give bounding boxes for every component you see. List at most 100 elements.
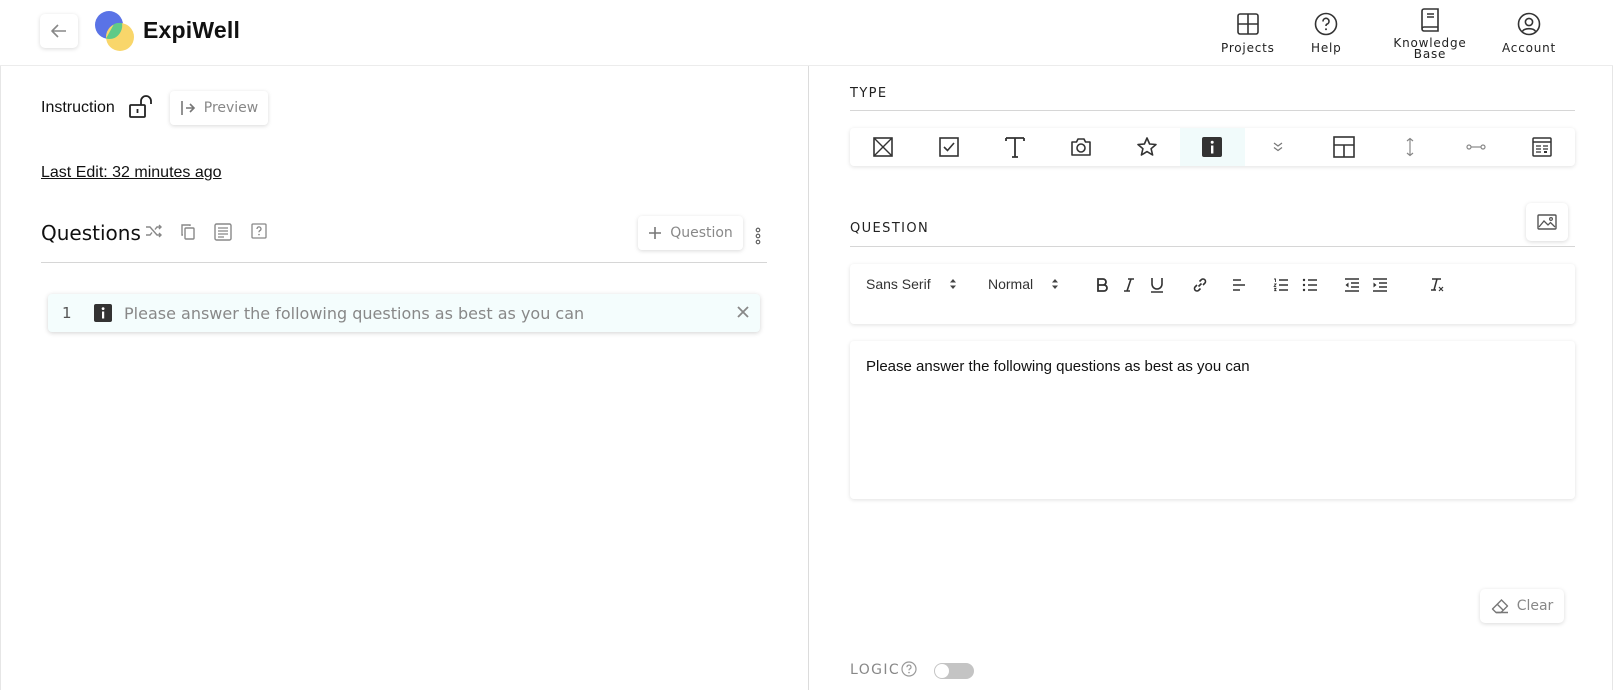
nav-help[interactable]: Help <box>1311 12 1342 54</box>
type-grid[interactable] <box>1311 128 1377 166</box>
top-header: ExpiWell Projects Help Knowledge Base Acc… <box>0 0 1613 66</box>
close-icon[interactable] <box>736 305 750 319</box>
add-question-label: Question <box>670 225 733 241</box>
grid-layout-icon <box>1333 136 1356 158</box>
type-dropdown[interactable] <box>1245 128 1311 166</box>
info-icon <box>94 304 112 322</box>
dropdown-icon <box>1274 142 1283 152</box>
nav-label: Account <box>1502 41 1557 55</box>
unlock-icon[interactable] <box>128 95 154 119</box>
star-icon <box>1136 137 1157 156</box>
bullet-list-button[interactable] <box>1302 276 1318 294</box>
font-size-select[interactable]: Normal <box>988 276 1059 292</box>
clear-label: Clear <box>1516 598 1554 614</box>
shuffle-icon[interactable] <box>145 223 163 239</box>
type-matrix[interactable] <box>1509 128 1575 166</box>
nav-account[interactable]: Account <box>1502 12 1556 54</box>
copy-icon[interactable] <box>180 223 196 241</box>
multiple-choice-icon <box>873 137 893 157</box>
type-section-label: TYPE <box>850 86 888 101</box>
vertical-slider-icon <box>1406 137 1414 157</box>
nav-label: Knowledge Base <box>1393 36 1467 61</box>
outdent-button[interactable] <box>1344 276 1360 294</box>
brand-name: ExpiWell <box>143 17 241 43</box>
question-editor[interactable]: Please answer the following questions as… <box>850 341 1575 499</box>
help-box-icon[interactable] <box>251 223 267 239</box>
type-divider <box>850 110 1575 111</box>
question-list-item[interactable]: 1 Please answer the following questions … <box>48 294 760 332</box>
bold-button[interactable] <box>1096 276 1108 294</box>
sort-arrows-icon <box>949 279 956 289</box>
italic-button[interactable] <box>1123 276 1135 294</box>
book-icon <box>1421 8 1439 32</box>
user-circle-icon <box>1517 12 1541 36</box>
type-checkbox[interactable] <box>916 128 982 166</box>
font-family-value: Sans Serif <box>866 276 931 292</box>
underline-button[interactable] <box>1150 276 1164 294</box>
horizontal-slider-icon <box>1466 144 1486 150</box>
font-family-select[interactable]: Sans Serif <box>866 276 957 292</box>
type-photo[interactable] <box>1048 128 1114 166</box>
last-edit-link[interactable]: Last Edit: 32 minutes ago <box>41 164 222 182</box>
help-circle-icon <box>1314 12 1338 36</box>
type-information[interactable] <box>1179 128 1246 166</box>
logic-label: LOGIC <box>850 662 901 678</box>
image-icon <box>1537 214 1557 230</box>
clear-button[interactable]: Clear <box>1480 589 1564 623</box>
back-arrow-icon <box>51 24 66 38</box>
question-type-bar <box>850 128 1575 166</box>
type-text[interactable] <box>982 128 1048 166</box>
preview-label: Preview <box>203 100 259 116</box>
align-button[interactable] <box>1232 276 1246 294</box>
font-size-value: Normal <box>988 276 1034 292</box>
panel-divider[interactable] <box>808 66 809 690</box>
add-question-button[interactable]: Question <box>638 216 743 250</box>
indent-button[interactable] <box>1372 276 1388 294</box>
type-horizontal-slider[interactable] <box>1443 128 1509 166</box>
back-button[interactable] <box>40 14 78 48</box>
logic-toggle[interactable] <box>934 663 974 679</box>
matrix-icon <box>1532 137 1552 157</box>
preview-button[interactable]: Preview <box>170 91 268 125</box>
ordered-list-button[interactable] <box>1273 276 1289 294</box>
outdent-icon <box>1345 278 1359 292</box>
nav-projects[interactable]: Projects <box>1221 12 1275 54</box>
question-section-label: QUESTION <box>850 221 930 236</box>
underline-icon <box>1151 278 1163 293</box>
bullet-list-icon <box>1302 278 1317 292</box>
help-circle-icon[interactable] <box>901 661 917 677</box>
ordered-list-icon <box>1273 278 1288 292</box>
question-number: 1 <box>62 304 72 322</box>
plus-icon <box>649 227 662 239</box>
bold-icon <box>1097 278 1108 292</box>
expiwell-logo <box>95 11 134 51</box>
nav-label: Help <box>1311 41 1342 55</box>
insert-image-button[interactable] <box>1526 203 1568 241</box>
sort-arrows-icon <box>1052 279 1059 289</box>
link-button[interactable] <box>1192 276 1208 294</box>
left-edge <box>0 66 1 690</box>
checkbox-icon <box>939 137 959 157</box>
rich-text-toolbar: Sans Serif Normal <box>850 264 1575 324</box>
clear-format-button[interactable] <box>1429 276 1445 294</box>
clear-format-icon <box>1431 278 1444 292</box>
type-multiple-choice[interactable] <box>850 128 916 166</box>
share-arrow-icon <box>180 101 195 115</box>
type-rating[interactable] <box>1114 128 1180 166</box>
text-icon <box>1004 137 1025 158</box>
list-view-icon[interactable] <box>214 223 232 241</box>
more-vertical-icon[interactable] <box>755 227 761 245</box>
italic-icon <box>1124 278 1134 292</box>
camera-icon <box>1070 138 1091 156</box>
type-vertical-slider[interactable] <box>1377 128 1443 166</box>
link-icon <box>1193 278 1207 292</box>
nav-knowledge-base[interactable]: Knowledge Base <box>1391 8 1469 60</box>
indent-icon <box>1373 278 1387 292</box>
question-text: Please answer the following questions as… <box>124 304 585 323</box>
questions-divider <box>41 262 767 263</box>
instruction-label: Instruction <box>41 99 115 116</box>
question-divider <box>850 246 1575 247</box>
editor-text: Please answer the following questions as… <box>866 358 1250 375</box>
questions-title: Questions <box>41 221 141 245</box>
nav-label: Projects <box>1221 41 1275 55</box>
